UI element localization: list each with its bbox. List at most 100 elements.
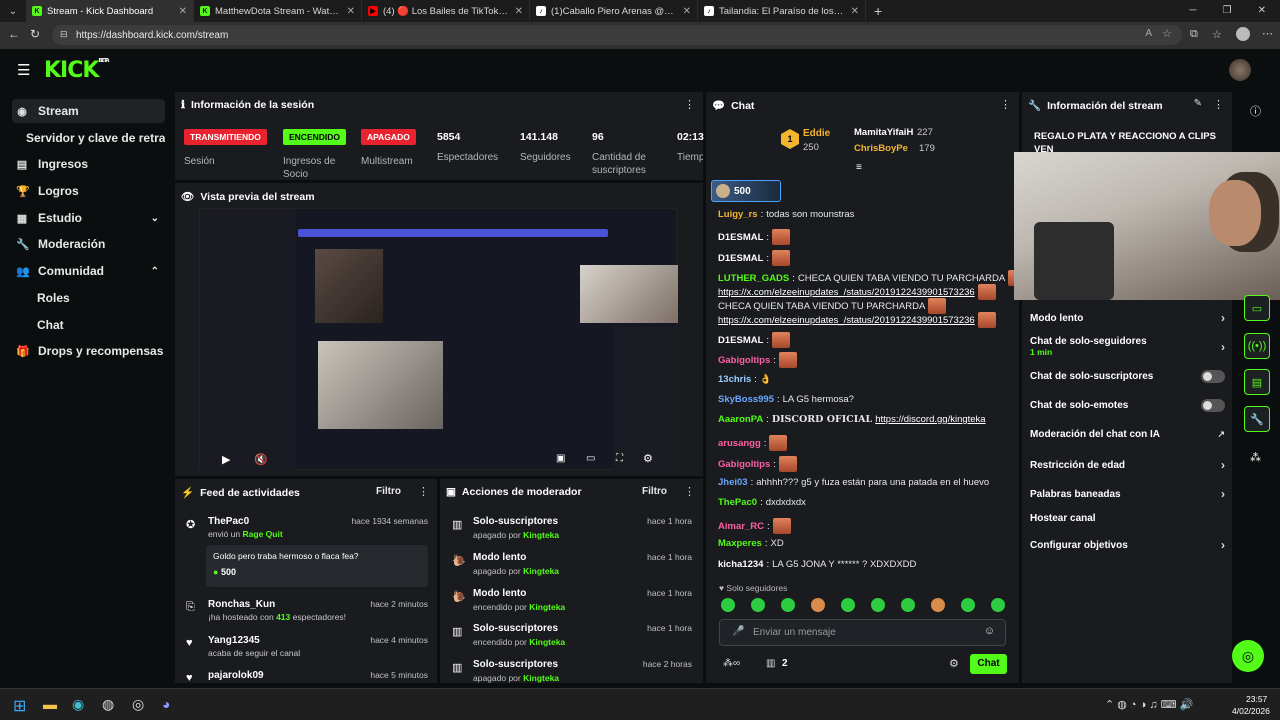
maximize-icon[interactable]: ❐: [1223, 0, 1232, 22]
sidebar-item-9[interactable]: 🎁 Drops y recompensas: [12, 339, 165, 363]
profile-avatar[interactable]: [1236, 27, 1250, 41]
pip-icon[interactable]: ▣: [556, 453, 565, 464]
edge-icon[interactable]: ◉: [72, 696, 84, 713]
chat-username[interactable]: AaaronPA: [718, 414, 763, 425]
send-chat-button[interactable]: Chat: [970, 654, 1007, 674]
quick-emote-icon[interactable]: [991, 598, 1005, 612]
close-window-icon[interactable]: ✕: [1258, 0, 1266, 22]
url-field[interactable]: ⊟ https://dashboard.kick.com/stream A ☆: [52, 25, 1182, 45]
session-menu-icon[interactable]: ⋮: [684, 98, 695, 111]
quick-emote-icon[interactable]: [751, 598, 765, 612]
emoji-icon[interactable]: ☺: [984, 625, 995, 637]
sidebar-item-0[interactable]: ◉ Stream: [12, 99, 165, 123]
chat-username[interactable]: D1ESMAL: [718, 253, 763, 264]
play-icon[interactable]: ▶: [222, 453, 230, 466]
tab-close-icon[interactable]: ✕: [347, 6, 355, 17]
sidebar-item-1[interactable]: Servidor y clave de retransmisión: [12, 126, 165, 150]
rail-apps-icon[interactable]: ⁂: [1250, 451, 1261, 464]
more-icon[interactable]: ⋯: [1262, 27, 1273, 40]
gift-count-icon[interactable]: ▥: [766, 658, 775, 669]
feed-item[interactable]: ♥ pajarolok09 hace 5 minutos: [186, 670, 428, 684]
chat-username[interactable]: Jhei03: [718, 477, 748, 488]
tab-close-icon[interactable]: ✕: [683, 6, 691, 17]
quick-emote-icon[interactable]: [811, 598, 825, 612]
setting-row[interactable]: Palabras baneadas ›: [1030, 487, 1225, 501]
leader-name[interactable]: Eddie: [803, 128, 830, 139]
setting-row[interactable]: Configurar objetivos ›: [1030, 538, 1225, 552]
browser-tab[interactable]: ▶ (4) 🔴 Los Bailes de TikTok Más V ✕: [362, 0, 530, 22]
chat-menu-icon[interactable]: ⋮: [1000, 98, 1011, 111]
stream-info-menu-icon[interactable]: ⋮: [1213, 98, 1224, 111]
quick-emote-icon[interactable]: [871, 598, 885, 612]
setting-row[interactable]: Chat de solo-seguidores 1 min ›: [1030, 336, 1225, 357]
collections-icon[interactable]: ☆: [1212, 28, 1222, 41]
theater-icon[interactable]: ▭: [586, 453, 595, 464]
edit-icon[interactable]: ✎: [1194, 98, 1202, 109]
quick-emote-icon[interactable]: [961, 598, 975, 612]
quick-emote-icon[interactable]: [901, 598, 915, 612]
quick-emote-icon[interactable]: [841, 598, 855, 612]
sidebar-item-2[interactable]: ▤ Ingresos: [12, 152, 165, 176]
feed-item[interactable]: ✪ ThePac0 hace 1934 semanas envió un Rage Q…: [186, 516, 428, 587]
browser-tab[interactable]: ♪ Tailandia: El Paraíso de los Jubilad ✕: [698, 0, 866, 22]
chat-username[interactable]: D1ESMAL: [718, 232, 763, 243]
fullscreen-icon[interactable]: ⛶: [616, 453, 623, 464]
info-rail-icon[interactable]: ⓘ: [1250, 103, 1261, 119]
mod-action-item[interactable]: ▥ Solo-suscriptores hace 2 horas apagado po…: [452, 659, 692, 689]
tab-close-icon[interactable]: ✕: [515, 6, 523, 17]
setting-row[interactable]: Modo lento ›: [1030, 311, 1225, 325]
setting-row[interactable]: Chat de solo-emotes: [1030, 399, 1225, 412]
mod-action-item[interactable]: ▥ Solo-suscriptores hace 1 hora encendido p…: [452, 623, 692, 653]
chat-username[interactable]: arusangg: [718, 438, 761, 449]
leader-2-name[interactable]: MamitaYifaiH: [854, 127, 913, 138]
read-aloud-icon[interactable]: A: [1145, 28, 1152, 39]
chat-username[interactable]: SkyBoss995: [718, 394, 774, 405]
expand-leaderboard-icon[interactable]: ≡: [856, 162, 862, 173]
infinity-icon[interactable]: ⁂∞: [723, 658, 740, 669]
feed-item[interactable]: ⎘ Ronchas_Kun hace 2 minutos ¡ha hosteado c…: [186, 599, 428, 622]
tab-menu-icon[interactable]: ⌄: [0, 6, 26, 17]
mod-menu-icon[interactable]: ⋮: [684, 485, 695, 498]
mod-action-item[interactable]: 🐌 Modo lento hace 1 hora encendido por King…: [452, 588, 692, 618]
sidebar-item-3[interactable]: 🏆 Logros: [12, 179, 165, 203]
pinned-gift[interactable]: 500: [711, 180, 781, 202]
chat-username[interactable]: LUTHER_GADS: [718, 273, 789, 284]
sidebar-item-4[interactable]: ▦ Estudio ⌄: [12, 206, 165, 230]
feed-item[interactable]: ♥ Yang12345 hace 4 minutos acaba de seguir …: [186, 635, 428, 658]
quick-emote-icon[interactable]: [781, 598, 795, 612]
tray-icons[interactable]: ⌃ ◍ ◔ ◑ ♫ ⌨ 🔊: [1105, 698, 1193, 711]
help-button[interactable]: ◎: [1232, 640, 1264, 672]
stream-preview-player[interactable]: ▶ 🔇 ▣ ▭ ⛶ ⚙: [199, 208, 678, 471]
new-tab-button[interactable]: +: [866, 3, 882, 19]
mod-action-item[interactable]: 🐌 Modo lento hace 1 hora apagado por Kingte…: [452, 552, 692, 582]
mod-action-item[interactable]: ▥ Solo-suscriptores hace 1 hora apagado por…: [452, 516, 692, 546]
leader-3-name[interactable]: ChrisBoyPe: [854, 143, 908, 154]
microphone-icon[interactable]: 🎤: [732, 626, 744, 637]
browser-tab[interactable]: K MatthewDota Stream - Watch Liv ✕: [194, 0, 362, 22]
sidebar-item-8[interactable]: Chat: [12, 313, 165, 337]
chat-username[interactable]: Maxperes: [718, 538, 762, 549]
rail-chat-button[interactable]: ▭: [1244, 295, 1270, 321]
clock-date[interactable]: 4/02/2026: [1232, 706, 1270, 716]
chat-link[interactable]: https://x.com/elzeeinupdates_/status/201…: [718, 287, 975, 298]
settings-gear-icon[interactable]: ⚙: [643, 452, 653, 465]
user-avatar[interactable]: [1229, 59, 1251, 81]
chat-username[interactable]: Aimar_RC: [718, 521, 764, 532]
setting-row[interactable]: Hostear canal: [1030, 513, 1225, 524]
reload-icon[interactable]: ↻: [30, 27, 40, 41]
extensions-icon[interactable]: ⧉: [1190, 28, 1198, 41]
feed-menu-icon[interactable]: ⋮: [418, 485, 429, 498]
chat-input[interactable]: 🎤 Enviar un mensaje ☺: [719, 619, 1006, 646]
chat-username[interactable]: Gabigoltips: [718, 355, 770, 366]
windows-start-icon[interactable]: ⊞: [13, 696, 26, 716]
site-info-icon[interactable]: ⊟: [60, 29, 68, 40]
chat-username[interactable]: Luigy_rs: [718, 209, 758, 220]
sidebar-item-7[interactable]: Roles: [12, 286, 165, 310]
rail-tools-button[interactable]: 🔧: [1244, 406, 1270, 432]
mod-filter-button[interactable]: Filtro: [642, 486, 667, 497]
rail-storage-button[interactable]: ▤: [1244, 369, 1270, 395]
feed-filter-button[interactable]: Filtro: [376, 486, 401, 497]
browser-tab[interactable]: K Stream - Kick Dashboard ✕: [26, 0, 194, 22]
quick-emote-icon[interactable]: [931, 598, 945, 612]
chat-username[interactable]: Gabigoltips: [718, 459, 770, 470]
